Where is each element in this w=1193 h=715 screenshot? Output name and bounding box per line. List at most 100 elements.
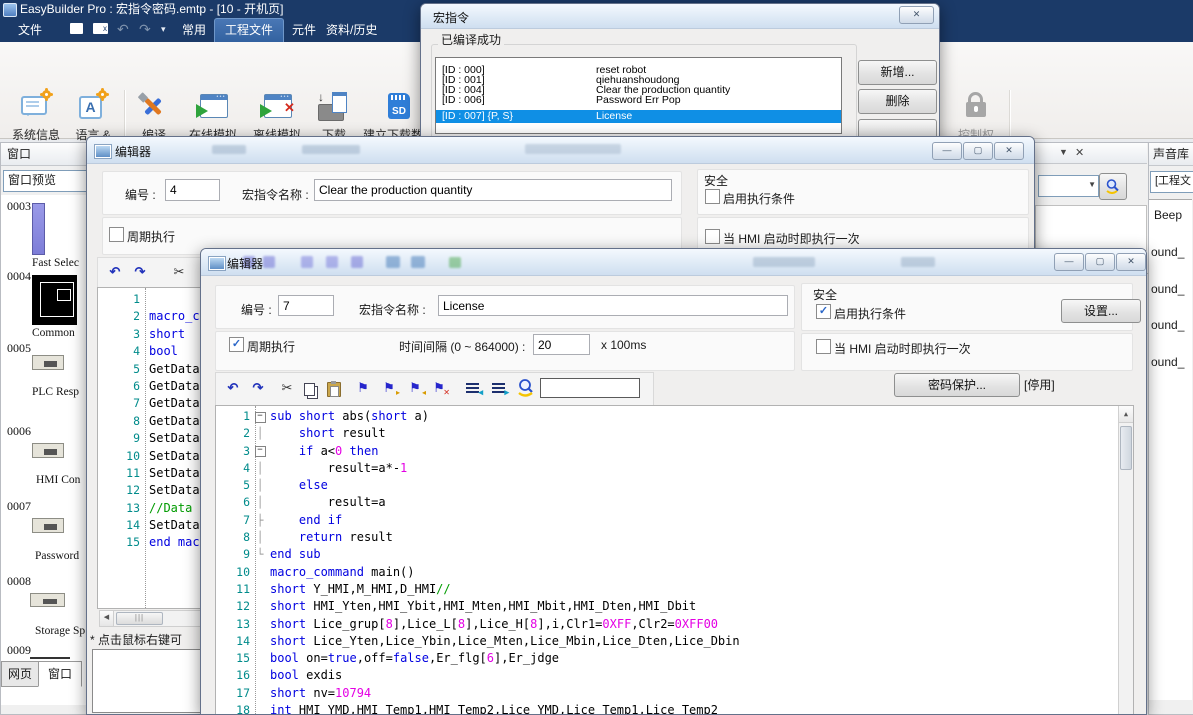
- code-line: 17short nv=10794: [216, 685, 1133, 702]
- macro-row-selected[interactable]: [ID : 007] {P, S}License: [436, 110, 841, 123]
- window-item-id[interactable]: 0005: [7, 341, 31, 356]
- scrollbar-thumb[interactable]: [1120, 426, 1132, 470]
- window-item-label[interactable]: PLC Resp: [32, 386, 79, 398]
- find-input[interactable]: [540, 378, 640, 398]
- minimize-icon[interactable]: —: [932, 142, 962, 160]
- macro-id-input[interactable]: [278, 295, 334, 316]
- sound-item[interactable]: ound_: [1151, 282, 1184, 296]
- window-item-id[interactable]: 0008: [7, 574, 31, 589]
- exec-condition-checkbox[interactable]: ✓: [816, 304, 831, 319]
- qat-customize-icon[interactable]: ▾: [161, 24, 166, 35]
- compile-button[interactable]: 编译: [128, 88, 180, 143]
- cut-icon[interactable]: ✂: [170, 263, 188, 281]
- sound-project-dropdown[interactable]: [工程文: [1150, 171, 1193, 193]
- editor2-code-area[interactable]: 1−sub short abs(short a)2│ short result3…: [215, 405, 1134, 715]
- macro-dialog-title: 宏指令: [433, 9, 469, 26]
- window-item-id[interactable]: 0007: [7, 499, 31, 514]
- tab-common[interactable]: 常用: [172, 18, 216, 42]
- tab-webpage[interactable]: 网页: [1, 661, 39, 687]
- undo-icon[interactable]: ↶: [106, 263, 124, 281]
- delete-macro-button[interactable]: 删除: [858, 89, 937, 114]
- settings-button[interactable]: 设置...: [1061, 299, 1141, 323]
- tab-window[interactable]: 窗口: [38, 661, 82, 687]
- prev-bookmark-icon[interactable]: ⚑◂: [406, 379, 424, 397]
- undo-icon[interactable]: ↶: [117, 21, 129, 38]
- menu-file[interactable]: 文件: [8, 18, 52, 42]
- window-item-id[interactable]: 0009: [7, 643, 31, 658]
- exec-condition-checkbox[interactable]: [705, 189, 720, 204]
- window-thumbnail[interactable]: [32, 443, 64, 458]
- redo-icon[interactable]: ↷: [249, 379, 267, 397]
- sound-item[interactable]: ound_: [1151, 245, 1184, 259]
- window-item-id[interactable]: 0003: [7, 199, 31, 214]
- find-icon[interactable]: [517, 378, 535, 401]
- scroll-left-arrow[interactable]: ◀: [100, 611, 114, 626]
- code-line: 12short HMI_Yten,HMI_Ybit,HMI_Mten,HMI_M…: [216, 598, 1133, 615]
- add-macro-button[interactable]: 新增...: [858, 60, 937, 85]
- redo-icon[interactable]: ↷: [139, 21, 151, 38]
- copy-icon[interactable]: [304, 383, 315, 396]
- cut-icon[interactable]: ✂: [278, 379, 296, 397]
- window-item-label[interactable]: Password: [35, 550, 79, 562]
- tab-project[interactable]: 工程文件: [214, 18, 284, 43]
- panel-combo[interactable]: ▼: [1038, 175, 1099, 197]
- control-token-button[interactable]: 控制权: [944, 88, 1008, 143]
- window-item-label[interactable]: HMI Con: [36, 474, 80, 486]
- outdent-icon[interactable]: ◂: [466, 383, 479, 394]
- startup-checkbox[interactable]: [705, 229, 720, 244]
- next-bookmark-icon[interactable]: ⚑▸: [380, 379, 398, 397]
- scrollbar-thumb[interactable]: |||: [116, 612, 163, 625]
- paste-icon[interactable]: [327, 382, 341, 397]
- maximize-icon[interactable]: ▢: [963, 142, 993, 160]
- offline-sim-button[interactable]: ✕ 离线模拟: [246, 88, 308, 143]
- window-thumbnail[interactable]: [30, 593, 65, 607]
- maximize-icon[interactable]: ▢: [1085, 253, 1115, 271]
- panel-menu-icon[interactable]: ▼: [1059, 147, 1068, 157]
- search-address-button[interactable]: [1099, 173, 1127, 200]
- online-sim-button[interactable]: 在线模拟: [182, 88, 244, 143]
- macro-editor-window-7: 编辑器 — ▢ ✕ 编号 : 宏指令名称 : 安全 ✓ 启用执行条件 设置...…: [200, 248, 1147, 715]
- close-icon[interactable]: ✕: [899, 6, 934, 24]
- periodic-checkbox[interactable]: [109, 227, 124, 242]
- download-button[interactable]: ↓ 下载: [310, 88, 358, 143]
- window-item-label[interactable]: Fast Selec: [32, 257, 79, 269]
- close-icon[interactable]: ✕: [994, 142, 1024, 160]
- clear-bookmarks-icon[interactable]: ⚑✕: [430, 379, 448, 397]
- startup-checkbox[interactable]: [816, 339, 831, 354]
- macro-name-label: 宏指令名称 :: [359, 301, 426, 318]
- export-window-icon[interactable]: x: [93, 23, 108, 34]
- redo-icon[interactable]: ↷: [131, 263, 149, 281]
- macro-name-input[interactable]: [314, 179, 672, 201]
- save-icon[interactable]: [70, 23, 83, 34]
- minimize-icon[interactable]: —: [1054, 253, 1084, 271]
- window-thumbnail[interactable]: [32, 518, 64, 533]
- panel-close-icon[interactable]: ✕: [1075, 146, 1084, 159]
- indent-icon[interactable]: ▸: [492, 383, 505, 394]
- password-protect-button[interactable]: 密码保护...: [894, 373, 1020, 397]
- window-preview-dropdown[interactable]: 窗口预览: [3, 170, 91, 192]
- window-thumbnail[interactable]: [32, 275, 77, 325]
- sound-item[interactable]: ound_: [1151, 318, 1184, 332]
- undo-icon[interactable]: ↶: [224, 379, 242, 397]
- close-icon[interactable]: ✕: [1116, 253, 1146, 271]
- window-thumbnail[interactable]: [30, 657, 70, 659]
- sound-item[interactable]: ound_: [1151, 355, 1184, 369]
- window-item-id[interactable]: 0006: [7, 424, 31, 439]
- periodic-checkbox[interactable]: ✓: [229, 337, 244, 352]
- macro-row[interactable]: [ID : 006]Password Err Pop: [436, 94, 841, 107]
- horizontal-scrollbar[interactable]: ◀ |||: [99, 610, 205, 627]
- interval-input[interactable]: [533, 334, 590, 355]
- window-item-label[interactable]: Common: [32, 327, 75, 339]
- vertical-scrollbar[interactable]: ▲: [1118, 406, 1133, 714]
- sound-item[interactable]: Beep: [1154, 208, 1182, 222]
- window-thumbnail[interactable]: [32, 355, 64, 370]
- toggle-bookmark-icon[interactable]: ⚑: [354, 379, 372, 397]
- window-thumbnail[interactable]: [32, 203, 45, 255]
- macro-id-input[interactable]: [165, 179, 220, 201]
- scroll-up-arrow[interactable]: ▲: [1119, 406, 1133, 423]
- macro-name-input[interactable]: [438, 295, 788, 316]
- window-item-label[interactable]: Storage Sp: [35, 625, 85, 637]
- system-info-button[interactable]: 系统信息: [8, 88, 64, 143]
- window-item-id[interactable]: 0004: [7, 269, 31, 284]
- tab-data-history[interactable]: 资料/历史: [316, 18, 387, 42]
